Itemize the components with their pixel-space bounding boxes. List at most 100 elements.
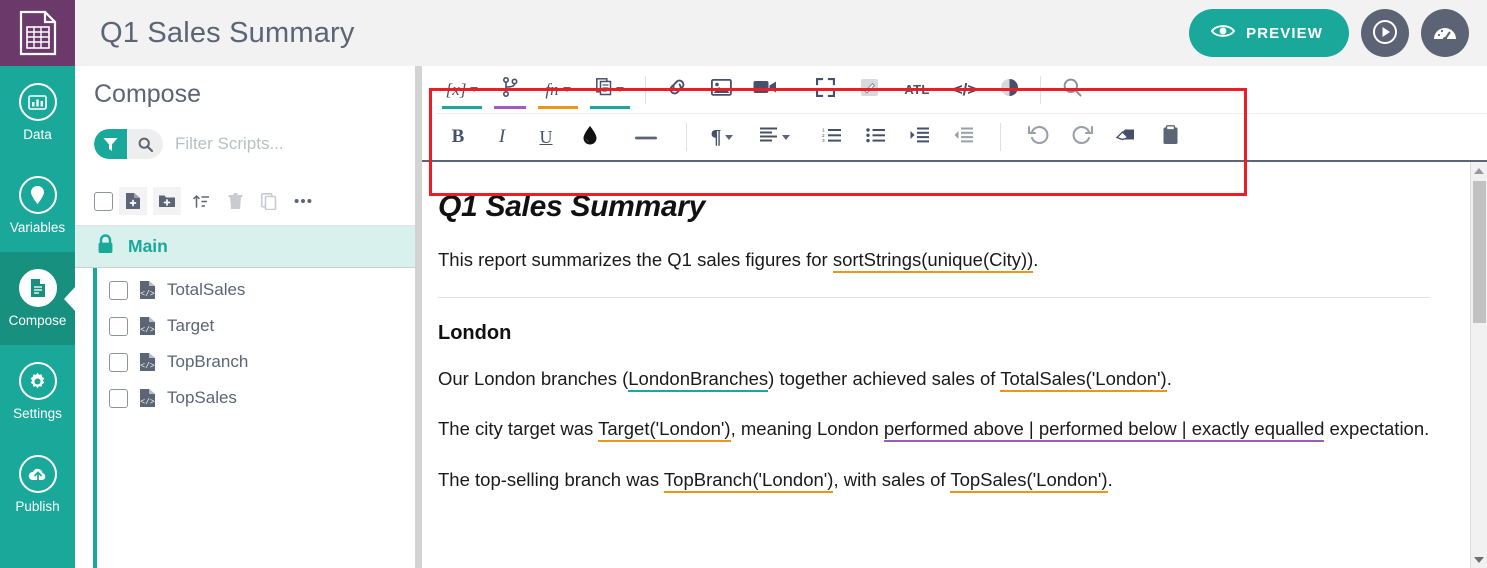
code-icon: </> xyxy=(953,80,978,100)
undo-button[interactable] xyxy=(1016,117,1060,157)
insert-function-dropdown[interactable]: fn xyxy=(532,70,584,110)
bullet-list-icon xyxy=(866,127,886,148)
funnel-icon[interactable] xyxy=(94,129,127,159)
trash-icon[interactable] xyxy=(221,187,249,215)
toolbar-separator xyxy=(686,123,687,151)
underline-button[interactable]: U xyxy=(524,117,568,157)
map-pin-icon xyxy=(19,176,57,214)
script-checkbox[interactable] xyxy=(109,389,128,408)
new-folder-icon[interactable] xyxy=(153,187,181,215)
sidebar-item-settings[interactable]: Settings xyxy=(0,345,75,438)
token-top-branch-london[interactable]: TopBranch('London') xyxy=(664,469,834,493)
paste-button[interactable] xyxy=(1148,117,1192,157)
search-icon xyxy=(1063,78,1082,102)
token-sort-strings-unique-city[interactable]: sortStrings(unique(City)) xyxy=(833,249,1033,273)
list-item[interactable]: </> Target xyxy=(97,308,421,344)
token-conditional-performance[interactable]: performed above | performed below | exac… xyxy=(884,418,1325,442)
sidebar-item-data[interactable]: Data xyxy=(0,66,75,159)
outdent-button[interactable] xyxy=(942,117,986,157)
document-vertical-scrollbar[interactable] xyxy=(1470,162,1487,568)
run-button[interactable] xyxy=(1361,9,1409,57)
script-file-icon: </> xyxy=(139,352,156,372)
document-canvas[interactable]: Q1 Sales Summary This report summarizes … xyxy=(422,162,1470,568)
toolbar-separator xyxy=(1000,123,1001,151)
document-intro-paragraph: This report summarizes the Q1 sales figu… xyxy=(438,246,1430,275)
scroll-down-button[interactable] xyxy=(1471,551,1487,568)
script-name: TopSales xyxy=(167,388,237,408)
document-copy-icon xyxy=(596,78,612,101)
list-item[interactable]: </> TopBranch xyxy=(97,344,421,380)
filter-scripts-input[interactable] xyxy=(163,134,353,154)
preview-button[interactable]: PREVIEW xyxy=(1189,9,1349,57)
scroll-up-button[interactable] xyxy=(1471,162,1487,179)
toolbar-separator xyxy=(1040,76,1041,104)
contrast-button[interactable] xyxy=(987,70,1031,110)
select-all-checkbox[interactable] xyxy=(94,192,113,211)
branch-icon xyxy=(502,77,519,102)
link-icon xyxy=(667,77,687,102)
bold-button[interactable]: B xyxy=(436,117,480,157)
sidebar-item-compose[interactable]: Compose xyxy=(0,252,75,345)
ordered-list-button[interactable]: 1 2 3 xyxy=(810,117,854,157)
clear-formatting-button[interactable] xyxy=(1104,117,1148,157)
list-item[interactable]: </> TotalSales xyxy=(97,272,421,308)
insert-image-button[interactable] xyxy=(699,70,743,110)
eye-icon xyxy=(1211,23,1235,43)
align-dropdown[interactable] xyxy=(748,117,800,157)
category-color-teal xyxy=(590,106,630,109)
sidebar-item-label: Publish xyxy=(15,499,59,514)
redo-button[interactable] xyxy=(1060,117,1104,157)
italic-button[interactable]: I xyxy=(480,117,524,157)
insert-video-button[interactable] xyxy=(743,70,787,110)
insert-snippet-dropdown[interactable] xyxy=(584,70,636,110)
document-divider xyxy=(438,297,1430,298)
align-left-icon xyxy=(759,127,778,147)
script-checkbox[interactable] xyxy=(109,317,128,336)
token-target-london[interactable]: Target('London') xyxy=(598,418,731,442)
pencil-square-icon xyxy=(860,78,879,102)
indent-button[interactable] xyxy=(898,117,942,157)
token-top-sales-london[interactable]: TopSales('London') xyxy=(950,469,1107,493)
para1-part1: Our London branches ( xyxy=(438,368,628,389)
sidebar-item-publish[interactable]: Publish xyxy=(0,438,75,531)
script-group-main[interactable]: Main xyxy=(75,226,421,268)
svg-text:</>: </> xyxy=(140,398,155,407)
list-item[interactable]: </> TopSales xyxy=(97,380,421,416)
app-logo[interactable] xyxy=(0,0,75,66)
primary-navigation-rail: Data Variables xyxy=(0,66,75,568)
script-checkbox[interactable] xyxy=(109,353,128,372)
alt-text-button[interactable]: ATL xyxy=(891,70,943,110)
token-total-sales-london[interactable]: TotalSales('London') xyxy=(1000,368,1166,392)
script-checkbox[interactable] xyxy=(109,281,128,300)
sidebar-item-variables[interactable]: Variables xyxy=(0,159,75,252)
source-code-button[interactable]: </> xyxy=(943,70,987,110)
sort-ascending-icon[interactable] xyxy=(187,187,215,215)
text-color-button[interactable] xyxy=(568,117,612,157)
ellipsis-icon[interactable] xyxy=(289,187,317,215)
insert-link-button[interactable] xyxy=(655,70,699,110)
new-document-icon[interactable] xyxy=(119,187,147,215)
document-scroll-area: Q1 Sales Summary This report summarizes … xyxy=(422,160,1487,568)
svg-text:</>: </> xyxy=(140,290,155,299)
eraser-icon xyxy=(1116,126,1137,148)
insert-variable-dropdown[interactable]: [x] xyxy=(436,70,488,110)
scrollbar-thumb[interactable] xyxy=(1473,181,1486,323)
token-london-branches[interactable]: LondonBranches xyxy=(628,368,768,392)
dashboard-button[interactable] xyxy=(1421,9,1469,57)
search-icon[interactable] xyxy=(127,129,163,159)
document-section-heading: London xyxy=(438,322,1430,345)
copy-icon[interactable] xyxy=(255,187,283,215)
document-paragraph-1: Our London branches (LondonBranches) tog… xyxy=(438,365,1430,394)
edit-region-button[interactable] xyxy=(847,70,891,110)
scripts-toolbar xyxy=(75,173,421,226)
horizontal-rule-button[interactable] xyxy=(624,117,668,157)
insert-branch-dropdown[interactable] xyxy=(488,70,532,110)
paragraph-format-dropdown[interactable]: ¶ xyxy=(696,117,748,157)
fullscreen-button[interactable] xyxy=(803,70,847,110)
toolbar-separator xyxy=(645,76,646,104)
find-button[interactable] xyxy=(1050,70,1094,110)
panel-resize-handle[interactable] xyxy=(415,66,422,568)
svg-text:1: 1 xyxy=(822,127,825,133)
para2-part2: , meaning London xyxy=(731,418,884,439)
unordered-list-button[interactable] xyxy=(854,117,898,157)
